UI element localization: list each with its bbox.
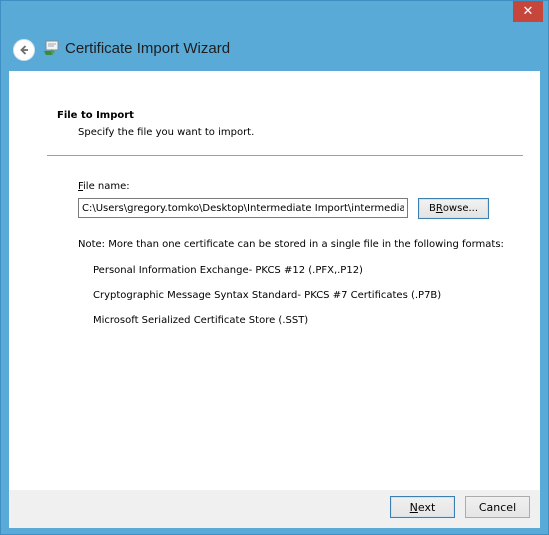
formats-note: Note: More than one certificate can be s…: [78, 239, 504, 250]
wizard-page: File to Import Specify the file you want…: [9, 71, 540, 490]
wizard-window: ✕ Certificate Import Wizard File to Impo…: [0, 0, 549, 535]
browse-button-rest: owse...: [442, 203, 479, 214]
page-description: Specify the file you want to import.: [78, 127, 255, 138]
close-icon: ✕: [522, 4, 534, 19]
browse-button-pre: B: [428, 203, 436, 214]
title-bar[interactable]: ✕: [1, 1, 548, 31]
next-button[interactable]: Next: [390, 496, 455, 518]
back-arrow-icon: [20, 45, 28, 55]
browse-button-accel: R: [435, 203, 443, 214]
certificate-icon: [44, 40, 59, 55]
cancel-button[interactable]: Cancel: [465, 496, 530, 518]
file-name-label-text: ile name:: [83, 181, 130, 192]
next-button-accel: N: [409, 500, 418, 514]
format-item-sst: Microsoft Serialized Certificate Store (…: [93, 315, 309, 326]
format-item-pfx: Personal Information Exchange- PKCS #12 …: [93, 265, 363, 276]
close-button[interactable]: ✕: [513, 1, 543, 22]
wizard-title: Certificate Import Wizard: [65, 40, 231, 57]
wizard-header: Certificate Import Wizard: [1, 31, 548, 71]
wizard-footer: Next Cancel: [9, 490, 540, 528]
file-name-field[interactable]: [78, 198, 408, 218]
format-item-p7b: Cryptographic Message Syntax Standard- P…: [93, 290, 442, 301]
header-divider: [47, 155, 523, 156]
page-title: File to Import: [57, 110, 134, 121]
next-button-label: ext: [417, 500, 436, 514]
file-name-label: File name:: [78, 181, 130, 192]
back-button[interactable]: [13, 39, 35, 61]
browse-button[interactable]: B Rowse...: [418, 198, 489, 219]
